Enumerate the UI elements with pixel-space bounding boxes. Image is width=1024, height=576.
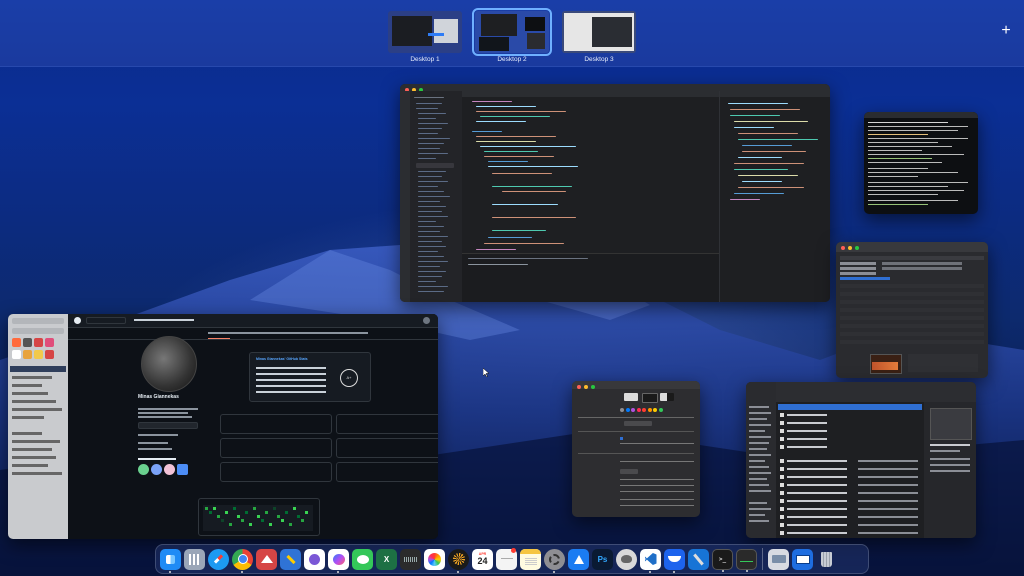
terminal-icon[interactable]: >_ <box>712 548 733 572</box>
activity-monitor-window[interactable] <box>836 242 988 378</box>
preferences-window[interactable] <box>572 381 700 517</box>
finder-icon[interactable] <box>160 548 181 573</box>
github-browser-window[interactable]: Minas Giannekas Minas Giannekas' GitHub … <box>8 314 438 539</box>
spaces-bar: Desktop 1 Desktop 2 Desktop 3 + <box>0 0 1024 67</box>
pinned-repo-card[interactable] <box>336 462 438 482</box>
dock: X APR 24 Ps >_ <box>155 544 869 574</box>
vscode-icon[interactable] <box>640 548 661 573</box>
messages-icon[interactable] <box>352 548 373 570</box>
desktop-2-preview <box>472 8 552 56</box>
vscode-activity-bar <box>400 91 410 302</box>
stats-grade: A+ <box>340 369 358 387</box>
finder-toolbar <box>746 382 976 402</box>
sequel-icon[interactable] <box>616 548 637 570</box>
github-header <box>68 314 438 328</box>
photos-icon[interactable] <box>424 548 445 570</box>
contribution-cells <box>203 505 313 531</box>
appstore-icon[interactable] <box>568 548 589 570</box>
vscode-terminal-panel[interactable] <box>462 253 720 302</box>
search-input[interactable] <box>86 317 126 324</box>
profile-tabs[interactable] <box>68 328 438 340</box>
achievement-badges[interactable] <box>138 464 188 475</box>
calendar-day: 24 <box>477 556 488 566</box>
finder-file-list[interactable] <box>776 402 924 538</box>
desktop-2-thumbnail[interactable]: Desktop 2 <box>472 8 552 63</box>
desktop-1-thumbnail[interactable]: Desktop 1 <box>388 11 462 63</box>
pinned-repo-card[interactable] <box>220 462 332 482</box>
desktop-1-preview <box>388 11 462 53</box>
audio-icon[interactable] <box>400 548 421 570</box>
pinned-repo-card[interactable] <box>336 414 438 434</box>
vscode-explorer <box>410 91 462 302</box>
chrome-icon[interactable] <box>232 548 253 573</box>
finder-window[interactable] <box>746 382 976 538</box>
photoshop-icon[interactable]: Ps <box>592 548 613 570</box>
pinned-repo-card[interactable] <box>336 438 438 458</box>
terminal-window[interactable] <box>864 112 978 214</box>
window-controls[interactable] <box>841 246 859 250</box>
desktop-2-label: Desktop 2 <box>497 56 527 63</box>
vscode-secondary-editor[interactable] <box>719 91 830 302</box>
github-profile-page[interactable]: Minas Giannekas Minas Giannekas' GitHub … <box>68 314 438 539</box>
terminal-titlebar <box>864 112 978 118</box>
finder-preview-pane <box>924 402 976 538</box>
kite-icon[interactable] <box>448 548 469 573</box>
contribution-graph <box>198 498 320 536</box>
achievements-heading <box>138 458 176 460</box>
github-logo-icon[interactable] <box>74 317 81 324</box>
xcode-icon[interactable] <box>688 548 709 570</box>
airmail-icon[interactable] <box>256 548 277 570</box>
finder-sidebar[interactable] <box>746 382 776 538</box>
desktop-folder-icon[interactable] <box>792 548 813 570</box>
calendar-icon[interactable]: APR 24 <box>472 548 493 570</box>
desktop-3-thumbnail[interactable]: Desktop 3 <box>562 11 636 63</box>
edit-profile-button[interactable] <box>138 422 198 429</box>
docker-icon[interactable] <box>664 548 685 573</box>
messenger-icon[interactable] <box>328 548 349 573</box>
folder-icon[interactable] <box>768 548 789 570</box>
avatar[interactable] <box>423 317 430 324</box>
reminders-icon[interactable] <box>496 547 517 570</box>
mouse-cursor-icon <box>483 368 489 377</box>
launchpad-icon[interactable] <box>184 548 205 570</box>
vscode-window[interactable] <box>400 84 830 302</box>
desktop-1-label: Desktop 1 <box>410 56 440 63</box>
default-browser-dropdown[interactable] <box>620 469 638 474</box>
accent-color-picker[interactable] <box>620 408 663 412</box>
notes-icon[interactable] <box>520 548 541 570</box>
profile-name: Minas Giannekas <box>138 394 179 400</box>
trash-icon[interactable] <box>816 549 837 570</box>
excel-icon[interactable]: X <box>376 548 397 570</box>
dock-separator <box>762 548 763 570</box>
profile-avatar <box>141 336 197 392</box>
settings-icon[interactable] <box>544 548 565 573</box>
window-controls[interactable] <box>577 385 595 389</box>
desktop-3-preview <box>562 11 636 53</box>
highlight-color-dropdown[interactable] <box>624 421 652 426</box>
toolbox-icon[interactable] <box>280 548 301 570</box>
pinned-repo-card[interactable] <box>220 414 332 434</box>
github-stats-card: Minas Giannekas' GitHub Stats A+ <box>249 352 371 402</box>
vscode-titlebar <box>400 84 830 91</box>
desktop-3-label: Desktop 3 <box>584 56 614 63</box>
safari-icon[interactable] <box>208 548 229 570</box>
stats-title: Minas Giannekas' GitHub Stats <box>256 357 308 361</box>
activity-icon[interactable] <box>736 548 757 572</box>
pinned-repo-card[interactable] <box>220 438 332 458</box>
plus-icon[interactable]: + <box>1000 23 1012 39</box>
viber-icon[interactable] <box>304 548 325 570</box>
browser-sidebar <box>8 314 68 539</box>
